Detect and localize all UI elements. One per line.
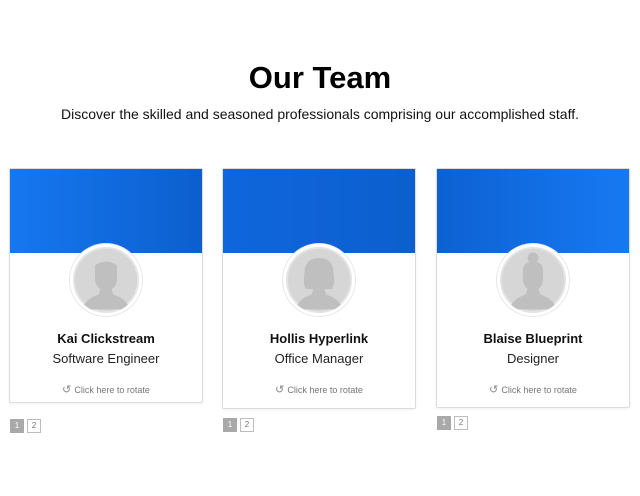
card-pager: 1 2 xyxy=(223,418,254,432)
rotate-link[interactable]: ↻ Click here to rotate xyxy=(223,383,415,396)
page-button-1[interactable]: 1 xyxy=(10,419,24,433)
rotate-link[interactable]: ↻ Click here to rotate xyxy=(437,383,629,396)
team-card-kai-clickstream[interactable]: Kai Clickstream Software Engineer ↻ Click… xyxy=(9,168,203,403)
page-button-2[interactable]: 2 xyxy=(27,419,41,433)
page-button-1[interactable]: 1 xyxy=(437,416,451,430)
team-card-blaise-blueprint[interactable]: Blaise Blueprint Designer ↻ Click here to… xyxy=(436,168,630,408)
avatar xyxy=(70,244,142,316)
page-button-2[interactable]: 2 xyxy=(240,418,254,432)
rotate-icon: ↻ xyxy=(489,384,499,396)
rotate-label: Click here to rotate xyxy=(501,385,577,395)
female-short-hair-silhouette-icon xyxy=(286,247,352,313)
member-role: Designer xyxy=(506,351,560,366)
female-bun-silhouette-icon xyxy=(500,247,566,313)
rotate-link[interactable]: ↻ Click here to rotate xyxy=(10,383,202,396)
page-title: Our Team xyxy=(248,60,392,95)
rotate-label: Click here to rotate xyxy=(287,385,363,395)
rotate-icon: ↻ xyxy=(62,384,72,396)
rotate-label: Click here to rotate xyxy=(74,385,150,395)
page-subtitle: Discover the skilled and seasoned profes… xyxy=(60,106,579,122)
card-pager: 1 2 xyxy=(10,419,41,433)
member-role: Software Engineer xyxy=(52,351,160,366)
rotate-icon: ↻ xyxy=(275,384,285,396)
page-button-2[interactable]: 2 xyxy=(454,416,468,430)
card-banner xyxy=(437,169,629,253)
avatar xyxy=(497,244,569,316)
member-role: Office Manager xyxy=(274,351,364,366)
page-button-1[interactable]: 1 xyxy=(223,418,237,432)
member-name: Hollis Hyperlink xyxy=(269,331,369,346)
male-silhouette-icon xyxy=(73,247,139,313)
member-name: Kai Clickstream xyxy=(57,331,155,346)
card-pager: 1 2 xyxy=(437,416,468,430)
member-name: Blaise Blueprint xyxy=(483,331,583,346)
team-card-hollis-hyperlink[interactable]: Hollis Hyperlink Office Manager ↻ Click h… xyxy=(222,168,416,409)
avatar xyxy=(283,244,355,316)
card-banner xyxy=(223,169,415,253)
card-banner xyxy=(10,169,202,253)
